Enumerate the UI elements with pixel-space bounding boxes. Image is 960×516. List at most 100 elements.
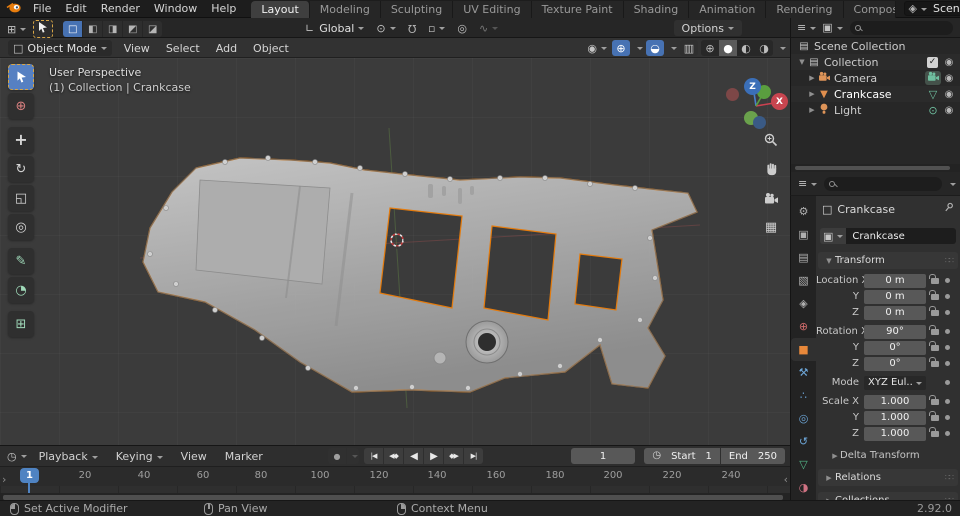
eye-icon[interactable]: ◉: [943, 73, 955, 84]
select-mode-extend[interactable]: ◧: [83, 21, 102, 37]
lock-icon[interactable]: [931, 294, 939, 300]
tab-layout[interactable]: Layout: [251, 1, 309, 18]
pin-icon[interactable]: [944, 202, 954, 216]
interaction-mode-dropdown[interactable]: □ Object Mode: [8, 40, 112, 56]
playback-menu[interactable]: Playback: [30, 450, 107, 463]
rotation-y-field[interactable]: 0°: [864, 341, 926, 355]
outliner-search-input[interactable]: [865, 22, 948, 33]
play-button[interactable]: ▶: [424, 448, 443, 464]
lock-icon[interactable]: [931, 399, 939, 405]
axis-x-positive[interactable]: X: [771, 93, 788, 110]
add-menu[interactable]: Add: [208, 42, 245, 55]
active-tool-button[interactable]: [33, 20, 53, 38]
select-mode-intersect[interactable]: ◪: [143, 21, 162, 37]
collections-panel-header[interactable]: ▶ Collections ∷∷: [818, 492, 958, 500]
tab-tool[interactable]: ⚙: [791, 200, 816, 223]
outliner-row-scene-collection[interactable]: ▤ Scene Collection: [791, 38, 960, 54]
menu-help[interactable]: Help: [204, 2, 243, 15]
outliner-filter-button[interactable]: ▣: [819, 20, 845, 36]
select-mode-invert[interactable]: ◩: [123, 21, 142, 37]
proportional-editing-toggle[interactable]: ◎: [454, 20, 470, 36]
editor-type-button[interactable]: ⊞: [4, 21, 29, 37]
current-frame-field[interactable]: 1: [571, 448, 635, 464]
snap-target-dropdown[interactable]: ▫: [425, 20, 448, 36]
marker-menu[interactable]: Marker: [216, 450, 272, 463]
collapse-icon[interactable]: ‹: [784, 473, 788, 486]
chevron-down-icon[interactable]: [780, 47, 786, 53]
view-menu-timeline[interactable]: View: [172, 450, 216, 463]
rotation-mode-dropdown[interactable]: XYZ Eul..: [864, 376, 926, 390]
outliner-display-mode-button[interactable]: ≡: [794, 20, 819, 36]
timeline-editor-type-button[interactable]: ◷: [4, 448, 30, 464]
select-mode-set[interactable]: □: [63, 21, 82, 37]
lock-icon[interactable]: [931, 361, 939, 367]
view-menu[interactable]: View: [116, 42, 158, 55]
lock-icon[interactable]: [931, 431, 939, 437]
tab-shading[interactable]: Shading: [624, 1, 690, 18]
tab-physics[interactable]: ◎: [791, 407, 816, 430]
light-data-icon[interactable]: ⊙: [925, 104, 941, 117]
rotation-x-field[interactable]: 90°: [864, 325, 926, 339]
keyframe-dot-icon[interactable]: [945, 329, 950, 334]
tab-sculpting[interactable]: Sculpting: [381, 1, 453, 18]
playhead[interactable]: 1: [20, 468, 39, 483]
pivot-point-dropdown[interactable]: ⊙: [373, 20, 398, 36]
timeline-ruler[interactable]: › 20 40 60 80 100 120 140 160 180 200 22…: [0, 467, 790, 486]
play-reverse-button[interactable]: ◀: [404, 448, 423, 464]
rotate-tool[interactable]: ↻: [8, 156, 34, 182]
disclosure-closed-icon[interactable]: ▶: [807, 90, 817, 98]
chevron-down-icon[interactable]: [950, 183, 956, 189]
measure-tool[interactable]: ◔: [8, 277, 34, 303]
location-z-field[interactable]: 0 m: [864, 306, 926, 320]
axis-z-positive[interactable]: Z: [744, 78, 761, 95]
shading-solid-button[interactable]: ●: [719, 40, 737, 56]
axis-x-negative[interactable]: [726, 88, 739, 101]
timeline-channel-area[interactable]: [0, 486, 790, 493]
chevron-down-icon[interactable]: [637, 47, 643, 53]
tab-compositing[interactable]: Compositing: [844, 1, 896, 18]
menu-render[interactable]: Render: [94, 2, 147, 15]
disclosure-closed-icon[interactable]: ▶: [807, 74, 817, 82]
scale-y-field[interactable]: 1.000: [864, 411, 926, 425]
keyframe-dot-icon[interactable]: [945, 399, 950, 404]
tab-uv-editing[interactable]: UV Editing: [453, 1, 531, 18]
tab-modeling[interactable]: Modeling: [310, 1, 381, 18]
panel-grip-icon[interactable]: ∷∷: [945, 473, 953, 482]
tab-world[interactable]: ⊕: [791, 315, 816, 338]
show-overlays-toggle[interactable]: ◒: [646, 40, 664, 56]
scale-x-field[interactable]: 1.000: [864, 395, 926, 409]
camera-data-icon[interactable]: [925, 71, 941, 85]
outliner-search[interactable]: [850, 21, 953, 35]
start-frame-field[interactable]: ◷ Start 1: [644, 448, 720, 464]
location-y-field[interactable]: 0 m: [864, 290, 926, 304]
properties-search[interactable]: [824, 177, 942, 191]
keyframe-dot-icon[interactable]: [945, 278, 950, 283]
tab-data[interactable]: ▽: [791, 453, 816, 476]
chevron-down-icon[interactable]: [671, 47, 677, 53]
keying-set-dropdown[interactable]: [347, 448, 359, 464]
options-button[interactable]: Options: [674, 20, 742, 36]
shading-wireframe-button[interactable]: ⊕: [701, 40, 719, 56]
transform-tool[interactable]: ◎: [8, 214, 34, 240]
perspective-grid-icon[interactable]: ▦: [761, 217, 781, 237]
outliner-row-camera[interactable]: ▶ Camera ◉: [791, 70, 960, 86]
axis-z-negative[interactable]: [753, 116, 766, 129]
lock-icon[interactable]: [931, 329, 939, 335]
eye-icon[interactable]: ◉: [943, 57, 955, 68]
jump-to-end-button[interactable]: ▶|: [464, 448, 483, 464]
object-id-button[interactable]: ▣: [820, 228, 846, 244]
disclosure-open-icon[interactable]: ▼: [797, 58, 807, 66]
lock-icon[interactable]: [931, 415, 939, 421]
snap-toggle[interactable]: Ω: [405, 20, 419, 36]
outliner-scrollbar[interactable]: [790, 164, 960, 172]
menu-edit[interactable]: Edit: [58, 2, 93, 15]
eye-icon[interactable]: ◉: [943, 105, 955, 116]
keyframe-dot-icon[interactable]: [945, 345, 950, 350]
lock-icon[interactable]: [931, 310, 939, 316]
location-x-field[interactable]: 0 m: [864, 274, 926, 288]
camera-view-icon[interactable]: [761, 188, 781, 208]
eye-icon[interactable]: ◉: [943, 89, 955, 100]
blender-logo-icon[interactable]: [6, 1, 22, 16]
move-tool[interactable]: +: [8, 127, 34, 153]
delta-transform-header[interactable]: ▶ Delta Transform: [816, 448, 960, 463]
